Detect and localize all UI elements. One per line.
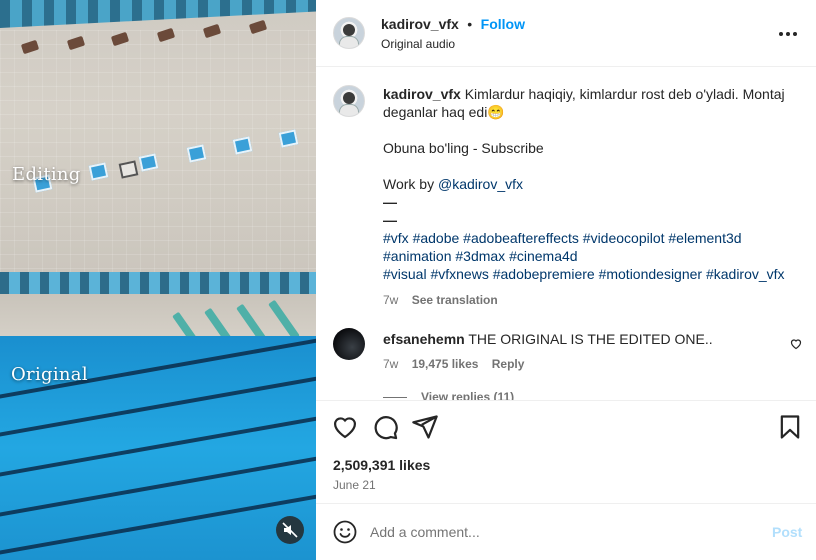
caption: kadirov_vfx Kimlardur haqiqiy, kimlardur… xyxy=(383,85,803,307)
separator-dot: • xyxy=(467,16,473,32)
mute-button[interactable] xyxy=(276,516,304,544)
comment-like-heart-icon[interactable] xyxy=(790,338,802,350)
caption-dash: — xyxy=(383,194,397,210)
original-label: Original xyxy=(11,364,88,385)
view-replies-button[interactable]: View replies (11) xyxy=(421,390,514,400)
comment-time[interactable]: 7w xyxy=(383,357,398,371)
caption-text-line2: deganlar haq edi😁 xyxy=(383,104,505,120)
post-media[interactable]: Editing Original xyxy=(0,0,316,560)
video-frame-editing: Editing xyxy=(0,0,316,272)
hashtags-line[interactable]: #animation #3dmax #cinema4d xyxy=(383,247,803,265)
post-header: kadirov_vfx • Follow Original audio xyxy=(316,0,816,67)
caption-time[interactable]: 7w xyxy=(383,293,398,307)
caption-text-line1: Kimlardur haqiqiy, kimlardur rost deb o'… xyxy=(464,86,785,102)
see-translation-button[interactable]: See translation xyxy=(412,293,498,307)
post-date[interactable]: June 21 xyxy=(333,478,376,492)
hashtags-line[interactable]: #visual #vfxnews #adobepremiere #motiond… xyxy=(383,265,803,283)
likes-count[interactable]: 2,509,391 likes xyxy=(333,457,430,473)
pool-lanes-far xyxy=(0,272,316,294)
comment-bubble-icon[interactable] xyxy=(371,413,399,441)
header-username[interactable]: kadirov_vfx xyxy=(381,16,459,32)
commenter-avatar[interactable] xyxy=(333,328,365,360)
speaker-muted-icon xyxy=(282,522,298,538)
comment-username[interactable]: efsanehemn xyxy=(383,331,465,347)
pool-lanes-top xyxy=(0,0,316,29)
post-button[interactable]: Post xyxy=(772,524,802,540)
caption-dash: — xyxy=(383,212,397,228)
reply-button[interactable]: Reply xyxy=(492,357,525,371)
caption-avatar[interactable] xyxy=(333,85,365,117)
share-paper-plane-icon[interactable] xyxy=(411,413,439,441)
caption-subscribe: Obuna bo'ling - Subscribe xyxy=(383,140,544,156)
comment-input[interactable] xyxy=(370,521,750,543)
caption-work-by: Work by xyxy=(383,176,438,192)
comment: efsanehemn THE ORIGINAL IS THE EDITED ON… xyxy=(383,330,783,400)
comments-list[interactable]: kadirov_vfx Kimlardur haqiqiy, kimlardur… xyxy=(316,68,816,400)
comment-likes[interactable]: 19,475 likes xyxy=(412,357,479,371)
more-options-icon xyxy=(779,32,783,36)
original-audio-link[interactable]: Original audio xyxy=(381,37,455,51)
like-heart-icon[interactable] xyxy=(331,413,359,441)
hashtags-line[interactable]: #vfx #adobe #adobeaftereffects #videocop… xyxy=(383,229,803,247)
comment-text: THE ORIGINAL IS THE EDITED ONE.. xyxy=(468,331,713,347)
add-comment-bar: Post xyxy=(316,505,816,560)
video-frame-original: Original xyxy=(0,272,316,560)
caption-username[interactable]: kadirov_vfx xyxy=(383,86,461,102)
follow-button[interactable]: Follow xyxy=(481,16,525,32)
mention-link[interactable]: @kadirov_vfx xyxy=(438,176,523,192)
emoji-smiley-icon[interactable] xyxy=(333,520,357,544)
more-options-button[interactable] xyxy=(778,24,798,44)
avatar[interactable] xyxy=(333,17,365,49)
editing-label: Editing xyxy=(12,164,81,185)
post-sidebar: kadirov_vfx • Follow Original audio kadi… xyxy=(316,0,816,560)
save-bookmark-icon[interactable] xyxy=(776,413,804,441)
action-bar: 2,509,391 likes June 21 xyxy=(316,400,816,504)
